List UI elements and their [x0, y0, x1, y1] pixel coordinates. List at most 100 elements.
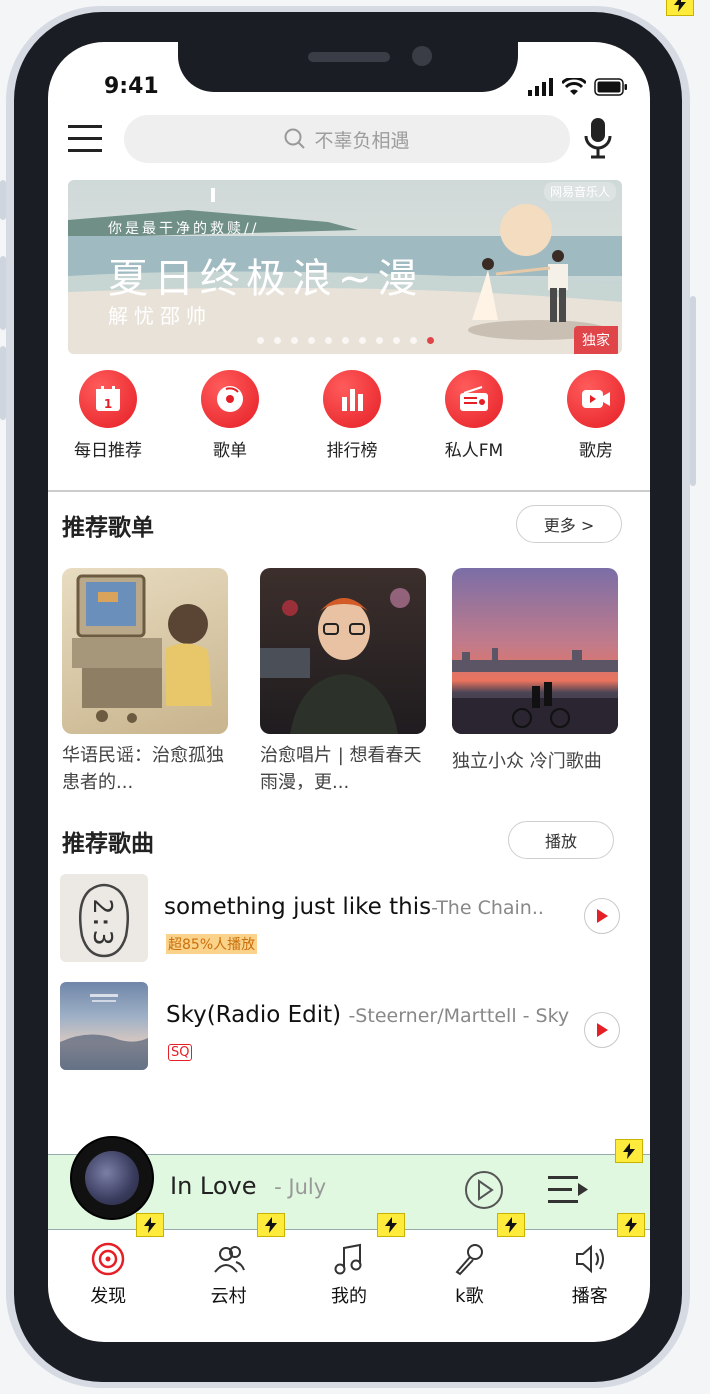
album-art [85, 1151, 139, 1205]
sq-quality-badge: SQ [168, 1044, 193, 1061]
play-circle-icon [465, 1171, 503, 1209]
bolt-icon [666, 0, 694, 16]
quick-action-playlist[interactable]: 歌单 [184, 370, 276, 461]
status-time: 9:41 [104, 74, 159, 99]
mini-play-button[interactable] [464, 1170, 504, 1210]
quick-actions: 1 每日推荐 歌单 排行榜 私人FM 歌房 [62, 370, 642, 461]
playlist-disc-icon [201, 370, 259, 428]
page-dot[interactable] [307, 337, 315, 344]
song-cover-text: 2:3 [87, 899, 117, 946]
tab-label: 发现 [90, 1286, 127, 1307]
banner-title: 夏日终极浪~漫 [108, 256, 424, 302]
page-dot[interactable] [392, 337, 400, 344]
side-button-mute [0, 180, 6, 220]
bolt-icon [617, 1213, 645, 1237]
quick-action-charts[interactable]: 排行榜 [306, 370, 398, 461]
battery-icon [594, 78, 627, 96]
tab-karaoke[interactable]: k歌 [419, 1242, 519, 1308]
quick-action-label: 歌单 [213, 441, 247, 461]
playlist-queue-icon[interactable] [546, 1172, 590, 1208]
quick-action-fm[interactable]: 私人FM [428, 370, 520, 461]
playlist-title: 华语民谣：治愈孤独患者的... [62, 745, 224, 793]
song-title: something just like this [164, 894, 432, 920]
banner-subtitle: 解忧邵帅 [108, 304, 212, 328]
play-icon [597, 1023, 608, 1037]
menu-icon[interactable] [68, 124, 102, 154]
play-all-button[interactable]: 播放 [508, 821, 614, 859]
section-title-playlists: 推荐歌单 [62, 515, 154, 541]
playlist-title: 独立小众 冷门歌曲 [452, 751, 602, 772]
song-title-line: Sky(Radio Edit) -Steerner/Marttell - Sky [166, 1002, 569, 1028]
exclusive-badge: 独家 [574, 326, 618, 354]
tab-label: k歌 [455, 1286, 484, 1307]
page-dot[interactable] [256, 337, 264, 344]
page-dot[interactable] [409, 337, 417, 344]
song-artist: -The Chain.. [431, 897, 544, 919]
song-artist: -Steerner/Marttell - Sky [348, 1005, 570, 1027]
banner-pagination[interactable] [68, 337, 622, 344]
song-row[interactable]: 2:3 something just like this-The Chain..… [60, 874, 630, 962]
bolt-icon [257, 1213, 285, 1237]
quick-action-room[interactable]: 歌房 [550, 370, 642, 461]
mini-player-title: In Love [170, 1172, 257, 1200]
more-button[interactable]: 更多 > [516, 505, 622, 543]
page-dot[interactable] [290, 337, 298, 344]
section-title-songs: 推荐歌曲 [62, 831, 154, 857]
quick-action-label: 歌房 [579, 441, 613, 461]
calendar-icon: 1 [79, 370, 137, 428]
banner-logo: 网易音乐人 [543, 182, 616, 201]
promo-banner[interactable]: 你是最干净的救赎// 夏日终极浪~漫 解忧邵帅 网易音乐人 独家 [68, 180, 622, 354]
search-icon [284, 128, 306, 149]
bottom-tab-bar: 发现 云村 我的 k歌 播客 [48, 1228, 650, 1342]
song-row[interactable]: Sky(Radio Edit) -Steerner/Marttell - Sky… [60, 982, 630, 1070]
microphone-icon[interactable] [582, 116, 614, 160]
mini-player-disc[interactable] [70, 1136, 154, 1220]
bolt-icon [497, 1213, 525, 1237]
section-divider [48, 490, 650, 492]
side-button-volume-down [0, 346, 6, 420]
song-play-button[interactable] [584, 898, 620, 934]
tab-label: 云村 [210, 1286, 247, 1307]
tab-discover[interactable]: 发现 [58, 1242, 158, 1308]
quick-action-label: 私人FM [444, 441, 504, 461]
song-cover: 2:3 [60, 874, 148, 962]
video-camera-icon [567, 370, 625, 428]
page-dot[interactable] [324, 337, 332, 344]
speaker-icon [575, 1244, 604, 1274]
tab-community[interactable]: 云村 [179, 1242, 279, 1308]
bolt-icon [615, 1139, 643, 1163]
tab-podcast[interactable]: 播客 [540, 1242, 640, 1308]
svg-text:1: 1 [104, 397, 112, 411]
song-cover [60, 982, 148, 1070]
speaker-grille [308, 52, 390, 62]
popularity-tag: 超85%人播放 [166, 934, 258, 954]
playlist-title: 治愈唱片 | 想看春天雨漫，更... [260, 745, 422, 793]
page-dot[interactable] [273, 337, 281, 344]
playlist-card[interactable]: 治愈唱片 | 想看春天雨漫，更... [260, 568, 426, 796]
playlist-card[interactable]: 华语民谣：治愈孤独患者的... [62, 568, 228, 796]
playlist-card[interactable]: 独立小众 冷门歌曲 [452, 568, 618, 775]
play-icon [597, 909, 608, 923]
quick-action-label: 排行榜 [326, 441, 378, 461]
tab-label: 我的 [330, 1286, 367, 1307]
side-button-power [690, 296, 696, 486]
quick-action-daily[interactable]: 1 每日推荐 [62, 370, 154, 461]
notch [178, 42, 518, 92]
discover-disc-icon [91, 1242, 125, 1276]
bar-chart-icon [323, 370, 381, 428]
song-play-button[interactable] [584, 1012, 620, 1048]
page-dot[interactable] [358, 337, 366, 344]
music-note-icon [334, 1243, 362, 1275]
mini-player-title-line: In Love - July [170, 1172, 326, 1200]
search-input[interactable]: 不辜负相遇 [124, 115, 570, 163]
tab-mine[interactable]: 我的 [299, 1242, 399, 1308]
bolt-icon [377, 1213, 405, 1237]
song-title-line: something just like this-The Chain.. [164, 894, 544, 920]
wifi-icon [562, 78, 586, 95]
signal-icon [528, 78, 553, 96]
page-dot-active[interactable] [426, 337, 434, 344]
page-dot[interactable] [341, 337, 349, 344]
page-dot[interactable] [375, 337, 383, 344]
quick-action-label: 每日推荐 [74, 441, 142, 461]
search-placeholder: 不辜负相遇 [314, 129, 410, 152]
